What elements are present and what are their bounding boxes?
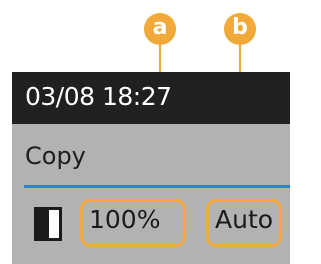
mode-title: Copy [25, 142, 86, 170]
datetime-text: 03/08 18:27 [25, 82, 172, 111]
callout-badge-a: a [144, 13, 176, 45]
density-icon [34, 207, 62, 241]
status-bar: 03/08 18:27 [12, 72, 290, 124]
density-icon-fill [37, 210, 49, 238]
lcd-display: 03/08 18:27 Copy 100% Auto [12, 72, 290, 264]
callout-badge-b: b [224, 13, 256, 45]
copy-ratio-setting[interactable]: 100% [89, 205, 160, 234]
title-divider [24, 185, 290, 188]
paper-source-setting[interactable]: Auto [215, 205, 273, 234]
manual-illustration: a b 03/08 18:27 Copy 100% Auto [0, 0, 321, 264]
